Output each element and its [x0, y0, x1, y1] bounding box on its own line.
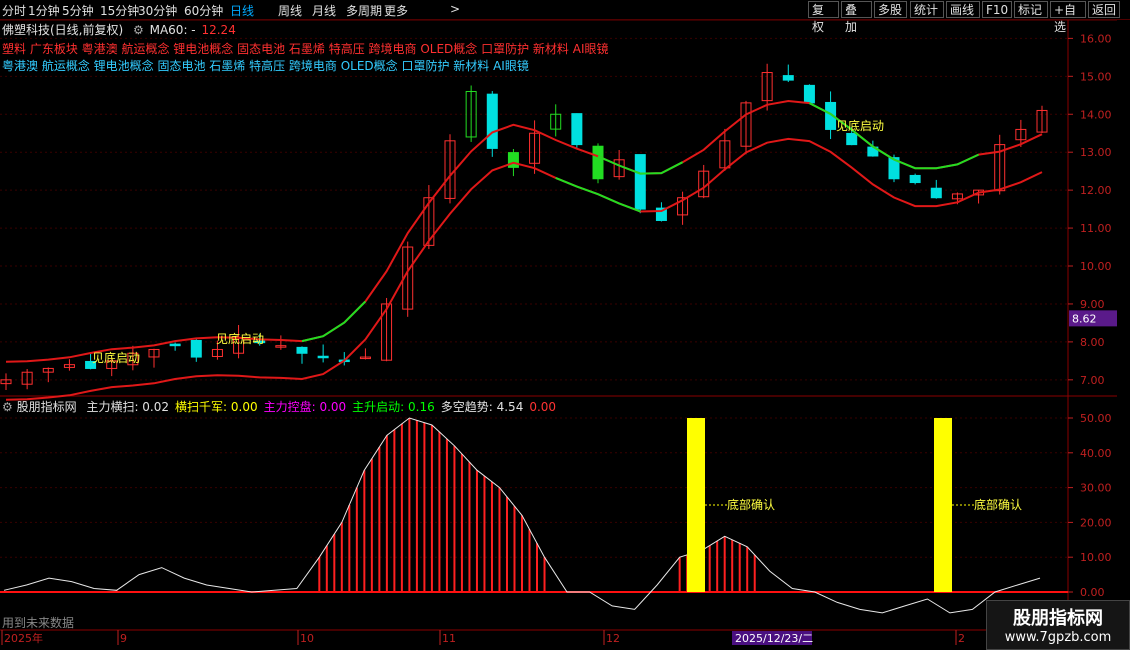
- indicator-name: 股朋指标网: [16, 400, 77, 414]
- price-tick-label-3: 13.00: [1080, 146, 1112, 159]
- date-label-1: 9: [120, 632, 127, 645]
- indicator-item-0: 主力横扫: 0.02: [86, 400, 170, 414]
- candle-body-43: [909, 174, 921, 184]
- candle-body-23: [486, 93, 498, 149]
- date-highlight-label: 2025/12/23/二: [735, 632, 813, 645]
- indicator-item-4: 多空趋势: 4.54: [440, 400, 524, 414]
- candle-body-38: [803, 84, 815, 104]
- candle-body-44: [930, 187, 942, 199]
- bottom-confirm-label-0: 底部确认: [727, 497, 775, 512]
- ind-tick-label-2: 30.00: [1080, 482, 1112, 495]
- date-label-0: 2025年: [4, 631, 43, 645]
- indicator-item-2: 主力控盘: 0.00: [263, 400, 347, 414]
- ind-tick-label-3: 20.00: [1080, 516, 1112, 529]
- candle-body-37: [782, 75, 794, 81]
- price-tick-label-0: 16.00: [1080, 32, 1112, 45]
- indicator-values: 主力横扫: 0.02 横扫千军: 0.00 主力控盘: 0.00 主升启动: 0.16…: [80, 400, 556, 414]
- price-tick-label-7: 9.00: [1080, 298, 1105, 311]
- bottom-start-label-1: 见底启动: [216, 331, 264, 346]
- ind-tick-label-5: 0.00: [1080, 586, 1105, 599]
- logo-url: www.7gpzb.com: [1004, 630, 1112, 645]
- price-tick-label-9: 7.00: [1080, 374, 1105, 387]
- bottom-confirm-bar-1: [934, 418, 952, 592]
- price-tick-label-5: 11.00: [1080, 222, 1112, 235]
- logo-name: 股朋指标网: [1013, 608, 1103, 629]
- bottom-start-label-0: 见底启动: [92, 350, 140, 365]
- chart-canvas: 16.0015.0014.0013.0012.0011.0010.009.008…: [0, 19, 1130, 645]
- candle-body-27: [571, 113, 583, 146]
- date-label-4: 12: [606, 632, 620, 645]
- price-highlight-label: 8.62: [1072, 312, 1097, 325]
- price-tick-label-8: 8.00: [1080, 336, 1105, 349]
- ind-tick-label-0: 50.00: [1080, 412, 1112, 425]
- ind-tick-label-4: 10.00: [1080, 551, 1112, 564]
- candle-body-9: [190, 339, 202, 358]
- date-label-3: 11: [442, 632, 456, 645]
- candle-body-8: [169, 343, 181, 347]
- right-edge-panel: [1117, 20, 1130, 630]
- band-upper-green-1: [301, 300, 367, 343]
- site-logo: 股朋指标网 www.7gpzb.com: [986, 600, 1130, 650]
- price-tick-label-1: 15.00: [1080, 70, 1112, 83]
- candle-body-15: [317, 355, 329, 359]
- date-label-5: 2: [958, 632, 965, 645]
- bottom-confirm-label-1: 底部确认: [974, 497, 1022, 512]
- band-lower-red: [5, 137, 1043, 401]
- indicator-settings-icon[interactable]: ⚙: [2, 400, 13, 414]
- candles-group: [0, 63, 1048, 391]
- candle-body-30: [634, 154, 646, 210]
- future-data-warning: 用到未来数据: [2, 616, 75, 630]
- price-tick-label-6: 10.00: [1080, 260, 1112, 273]
- bottom-confirm-bar-0: [687, 418, 705, 592]
- indicator-item-5: 0.00: [529, 400, 557, 414]
- candle-body-40: [846, 132, 858, 146]
- ind-tick-label-1: 40.00: [1080, 447, 1112, 460]
- bottom-start-label-2: 见底启动: [836, 118, 884, 133]
- indicator-item-3: 主升启动: 0.16: [352, 400, 435, 414]
- candle-body-14: [296, 346, 308, 354]
- indicator-header: ⚙ 股朋指标网 主力横扫: 0.02 横扫千军: 0.00 主力控盘: 0.00 主升…: [2, 398, 556, 415]
- candle-body-28: [592, 145, 604, 180]
- indicator-item-1: 横扫千军: 0.00: [175, 400, 258, 414]
- indicator-bars: [115, 418, 756, 592]
- band-upper-red: [5, 99, 1043, 363]
- price-tick-label-4: 12.00: [1080, 184, 1112, 197]
- price-tick-label-2: 14.00: [1080, 108, 1112, 121]
- date-label-2: 10: [300, 632, 314, 645]
- candle-body-24: [507, 152, 519, 168]
